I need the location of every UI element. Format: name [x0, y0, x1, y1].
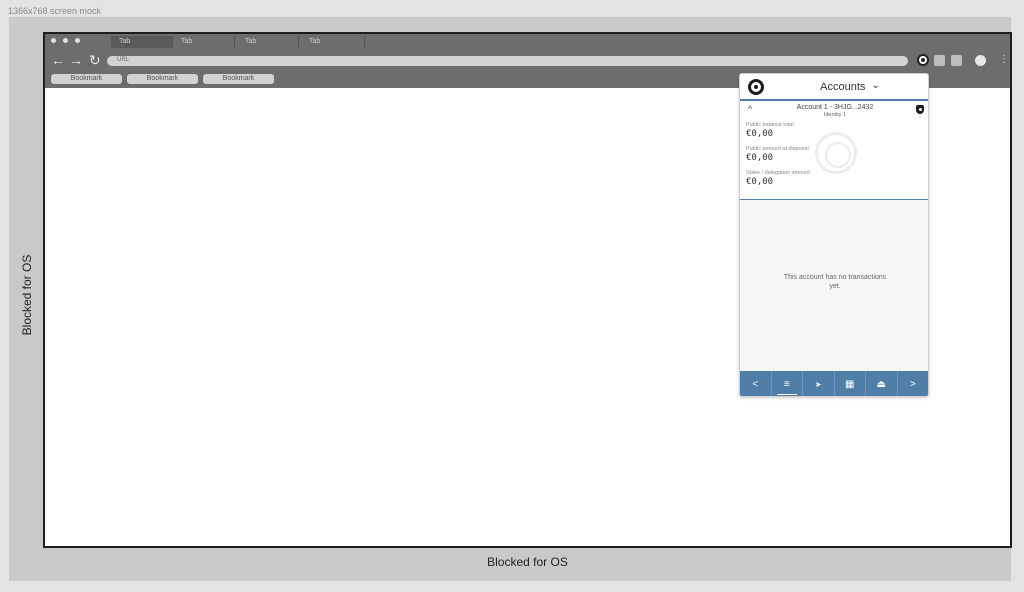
bookmark-1[interactable]: Bookmark: [51, 74, 122, 84]
window-close-dot[interactable]: [51, 38, 56, 43]
forward-icon[interactable]: →: [69, 52, 83, 68]
send-button[interactable]: ➤: [803, 371, 835, 396]
mock-label: 1366x768 screen mock: [8, 6, 102, 16]
verified-watermark-icon: [815, 132, 857, 174]
chevron-down-icon: ⌄: [871, 80, 880, 91]
previous-account-button[interactable]: <: [740, 371, 772, 396]
os-left-label: Blocked for OS: [20, 254, 34, 336]
profile-icon[interactable]: [975, 55, 986, 66]
stake-icon: ⏏: [876, 379, 886, 390]
tab-strip: Tab Tab Tab Tab: [45, 34, 1010, 48]
qr-code-icon: ▦: [845, 379, 855, 390]
os-reserved-left: Blocked for OS: [20, 230, 34, 360]
next-account-button[interactable]: >: [898, 371, 929, 396]
identity-name: Identity 1: [823, 112, 847, 118]
disposal-amount-value: €0,00: [746, 153, 774, 163]
nav-bar: ← → ↻ URL ⋮: [45, 52, 1010, 68]
tab-2[interactable]: Tab: [173, 36, 235, 48]
menu-icon[interactable]: ⋮: [999, 54, 1009, 66]
public-balance-value: €0,00: [746, 129, 774, 139]
stake-amount-value: €0,00: [746, 177, 774, 187]
tab-3[interactable]: Tab: [237, 36, 299, 48]
receive-qr-button[interactable]: ▦: [835, 371, 866, 396]
window-minimize-dot[interactable]: [63, 38, 68, 43]
send-icon: ➤: [814, 380, 822, 389]
chevron-right-icon: >: [909, 379, 916, 390]
extension-icon[interactable]: [951, 55, 962, 66]
tab-4[interactable]: Tab: [301, 36, 365, 48]
accounts-dropdown[interactable]: Accounts ⌄: [800, 80, 900, 93]
stake-amount-label: Stake / delegation amount: [746, 170, 810, 176]
stake-button[interactable]: ⏏: [866, 371, 898, 396]
public-balance-label: Public balance total: [746, 122, 794, 128]
os-bottom-label: Blocked for OS: [487, 555, 568, 569]
back-icon[interactable]: ←: [51, 52, 65, 68]
transactions-tab-button[interactable]: ≡: [772, 371, 803, 396]
url-bar[interactable]: URL: [107, 56, 908, 66]
accounts-title: Accounts: [820, 81, 866, 93]
wallet-popup: Accounts ⌄ ^ Account 1 - 3HJG...2432 Ide…: [739, 73, 929, 397]
window-maximize-dot[interactable]: [75, 38, 80, 43]
disposal-amount-label: Public amount at disposal: [746, 146, 809, 152]
tab-1[interactable]: Tab: [111, 36, 173, 48]
bookmark-2[interactable]: Bookmark: [127, 74, 198, 84]
transactions-list: This account has no transactions yet.: [740, 200, 928, 371]
chevron-left-icon: <: [752, 379, 759, 390]
bookmark-3[interactable]: Bookmark: [203, 74, 274, 84]
shield-lock-icon: [916, 105, 924, 114]
reload-icon[interactable]: ↻: [89, 52, 101, 68]
wallet-extension-icon[interactable]: [917, 54, 929, 66]
popup-header: Accounts ⌄: [740, 74, 928, 101]
account-card: ^ Account 1 - 3HJG...2432 Identity 1 Pub…: [740, 101, 928, 200]
empty-transactions-text: This account has no transactions yet.: [783, 274, 887, 290]
collapse-icon[interactable]: ^: [748, 104, 752, 114]
account-name: Account 1 - 3HJG...2432: [796, 104, 874, 111]
wallet-logo-icon: [748, 79, 764, 95]
list-icon: ≡: [783, 379, 790, 390]
extension-icon[interactable]: [934, 55, 945, 66]
popup-footer-nav: < ≡ ➤ ▦ ⏏ >: [740, 371, 929, 396]
